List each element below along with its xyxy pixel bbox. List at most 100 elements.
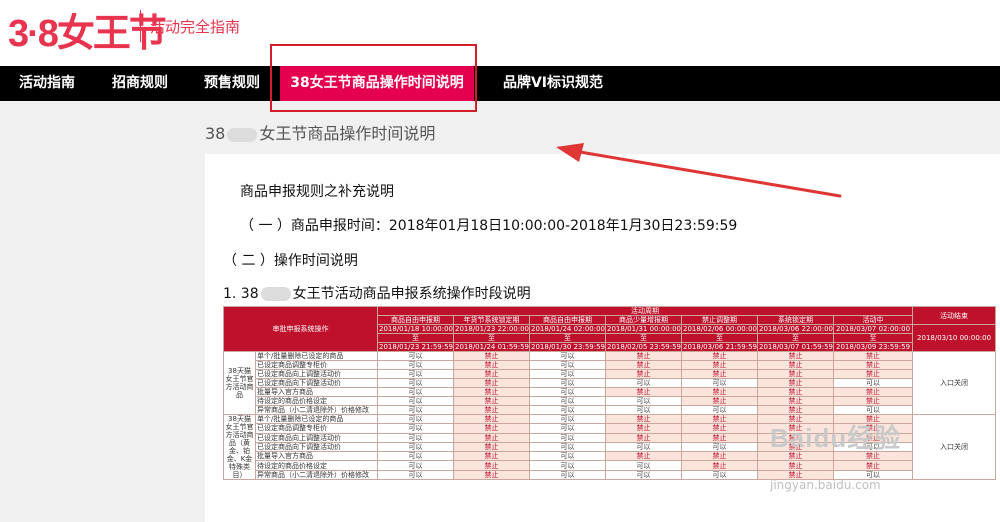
permission-cell: 禁止 [453, 469, 530, 481]
permission-cell: 禁止 [681, 369, 758, 379]
permission-cell: 可以 [377, 396, 454, 406]
permission-cell: 可以 [832, 378, 914, 388]
permission-cell: 禁止 [681, 460, 758, 471]
permission-cell: 可以 [529, 451, 606, 462]
permission-cell: 禁止 [681, 387, 758, 397]
permission-cell: 可以 [529, 460, 606, 471]
permission-cell: 禁止 [832, 351, 914, 361]
nav-item-presale-rules[interactable]: 预售规则 [186, 66, 278, 101]
stage-end: 2018/03/06 21:59:59 [681, 342, 758, 352]
stage-name: 商品自由申报期 [377, 315, 454, 325]
permission-cell: 禁止 [453, 405, 530, 415]
permission-cell: 禁止 [605, 387, 682, 397]
permission-cell: 可以 [529, 432, 606, 443]
permission-cell: 禁止 [453, 378, 530, 388]
permission-cell: 可以 [377, 451, 454, 462]
permission-cell: 禁止 [453, 413, 530, 425]
table-row: 异常商品（小二清退除外）价格修改 可以 禁止 可以 可以 可以 禁止 可以 [224, 405, 996, 415]
stage-name: 商品自由申报期 [529, 315, 606, 325]
permission-cell: 可以 [529, 405, 606, 415]
blurred-text [227, 127, 258, 142]
permission-cell: 禁止 [681, 396, 758, 406]
logo[interactable]: 3·8女王节 [8, 4, 167, 55]
permission-cell: 可以 [605, 396, 682, 406]
watermark: Baidu经验 jingyan.baidu.com [770, 418, 902, 492]
permission-cell: 可以 [529, 396, 606, 406]
stage-start: 2018/03/07 02:00:00 [832, 324, 914, 334]
table-row: 已设定商品调整专柜价 可以 禁止 可以 禁止 禁止 禁止 禁止 [224, 360, 996, 370]
table-row: 已设定商品向上调整活动价 可以 禁止 可以 禁止 禁止 禁止 禁止 [224, 369, 996, 379]
permission-cell: 可以 [377, 405, 454, 415]
permission-cell: 禁止 [832, 396, 914, 406]
permission-cell: 可以 [681, 378, 758, 388]
operation-label: 单个/批量删除已设定的商品 [255, 413, 378, 425]
permission-cell: 可以 [377, 387, 454, 397]
permission-cell: 可以 [681, 441, 758, 453]
ops-header: 审批申报系统操作 [223, 306, 378, 352]
main-nav: 活动指南 招商规则 预售规则 38女王节商品操作时间说明 品牌VI标识规范 [0, 66, 1000, 101]
permission-cell: 禁止 [605, 369, 682, 379]
nav-item-guide[interactable]: 活动指南 [0, 66, 94, 101]
permission-cell: 可以 [377, 423, 454, 434]
stage-to: 至 [377, 333, 454, 343]
stage-name: 系统锁定期 [757, 315, 834, 325]
permission-cell: 禁止 [453, 387, 530, 397]
watermark-logo: Baidu经验 [770, 423, 902, 453]
permission-cell: 禁止 [605, 432, 682, 443]
permission-cell: 可以 [529, 413, 606, 425]
permission-cell: 禁止 [453, 369, 530, 379]
permission-cell: 禁止 [757, 378, 834, 388]
entry-closed: 入口关闭 [912, 351, 997, 415]
watermark-url: jingyan.baidu.com [770, 478, 881, 492]
operation-label: 单个/批量删除已设定的商品 [255, 351, 378, 361]
table-row: 批量导入官方商品 可以 禁止 可以 禁止 禁止 禁止 禁止 [224, 387, 996, 397]
nav-item-merchant-rules[interactable]: 招商规则 [94, 66, 186, 101]
permission-cell: 可以 [832, 405, 914, 415]
stage-name: 禁止调整期 [681, 315, 758, 325]
permission-cell: 可以 [529, 441, 606, 453]
permission-cell: 可以 [529, 423, 606, 434]
permission-cell: 可以 [377, 469, 454, 481]
stage-end: 2018/01/23 21:59:59 [377, 342, 454, 352]
permission-cell: 禁止 [681, 351, 758, 361]
end-date: 2018/03/10 00:00:00 [912, 324, 997, 352]
operation-label: 批量导入官方商品 [255, 451, 378, 462]
activity-end-header: 活动结束 [912, 306, 997, 325]
permission-cell: 可以 [605, 378, 682, 388]
stage-to: 至 [681, 333, 758, 343]
permission-cell: 禁止 [681, 360, 758, 370]
doc-line-operation-time: （ 二 ）操作时间说明 [223, 253, 358, 269]
permission-cell: 可以 [377, 460, 454, 471]
permission-cell: 可以 [377, 369, 454, 379]
activity-period-header: 活动周期 [376, 306, 914, 316]
permission-cell: 禁止 [453, 351, 530, 361]
permission-cell: 禁止 [757, 396, 834, 406]
operation-label: 待设定的商品价格设定 [255, 396, 378, 406]
table-row: 待设定的商品价格设定 可以 禁止 可以 可以 禁止 禁止 禁止 [224, 460, 996, 471]
permission-cell: 可以 [377, 432, 454, 443]
permission-cell: 可以 [529, 469, 606, 481]
permission-cell: 可以 [681, 469, 758, 481]
permission-cell: 可以 [377, 360, 454, 370]
permission-cell: 可以 [681, 405, 758, 415]
permission-cell: 可以 [377, 378, 454, 388]
stage-end: 2018/03/09 23:59:59 [832, 342, 914, 352]
nav-item-brand-vi[interactable]: 品牌VI标识规范 [488, 66, 618, 101]
permission-cell: 禁止 [453, 360, 530, 370]
nav-item-operation-time[interactable]: 38女王节商品操作时间说明 [280, 66, 474, 101]
stage-to: 至 [605, 333, 682, 343]
operation-label: 批量导入官方商品 [255, 387, 378, 397]
permission-cell: 禁止 [757, 351, 834, 361]
header: 3·8女王节 活动完全指南 [0, 0, 1000, 66]
logo-divider [140, 10, 141, 42]
operation-label: 已设定商品调整专柜价 [255, 423, 378, 434]
permission-cell: 可以 [529, 360, 606, 370]
group-category: 38天猫女王节官方活动商品 [223, 351, 256, 415]
permission-cell: 禁止 [832, 460, 914, 471]
stage-start: 2018/01/23 22:00:00 [453, 324, 530, 334]
table-row: 38天猫女王节官方活动商品 单个/批量删除已设定的商品 可以 禁止 可以 禁止 禁止 禁止 禁止… [223, 351, 997, 415]
operation-label: 待设定的商品价格设定 [255, 460, 378, 471]
permission-cell: 禁止 [453, 423, 530, 434]
stage-start: 2018/01/18 10:00:00 [377, 324, 454, 334]
permission-cell: 禁止 [757, 360, 834, 370]
